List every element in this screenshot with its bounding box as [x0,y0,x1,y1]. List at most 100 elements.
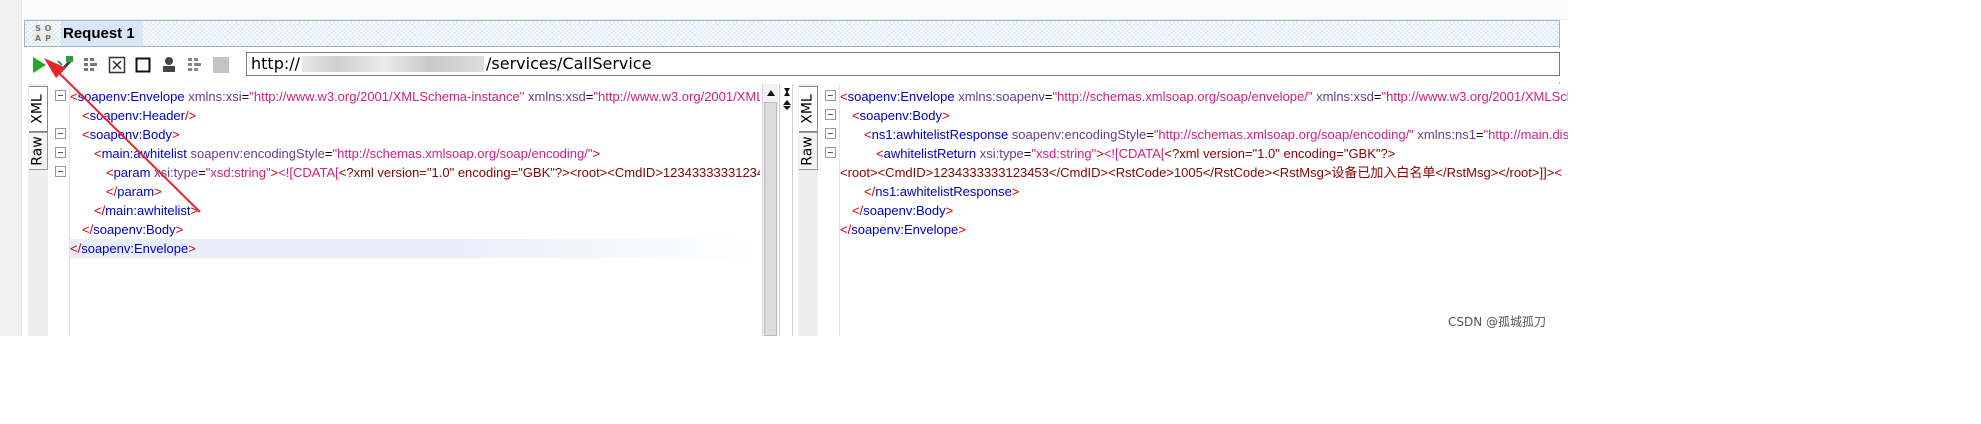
code-line[interactable]: <awhitelistReturn xsi:type="xsd:string">… [840,144,1568,163]
csdn-watermark: CSDN @孤城孤刀 [1448,315,1547,329]
code-token: > [1011,184,1020,199]
code-line[interactable]: </ns1:awhitelistResponse> [840,182,1568,201]
stop-button[interactable] [132,54,154,76]
code-token: soapenv:Header [89,108,185,123]
url-suffix: /services/CallService [486,54,652,73]
code-line[interactable]: <main:awhitelist soapenv:encodingStyle="… [70,144,760,163]
code-token: "http://www.w3.org/2001/XMLSchema" [593,89,760,104]
code-token: ns1:awhitelistResponse [875,184,1012,199]
code-token: xmlns:xsd [524,89,586,104]
tab-response-xml[interactable]: XML [799,86,818,132]
fold-toggle-icon[interactable] [825,147,836,158]
code-token: soapenv:Envelope [81,241,189,256]
code-line[interactable]: </soapenv:Body> [840,201,1568,220]
code-token: "http://www.w3.org/2001/XMLSchema" [1381,89,1568,104]
request-fold-gutter [52,84,70,336]
pane-splitter[interactable] [779,84,793,336]
code-token: < [106,165,114,180]
fit-button[interactable] [106,54,128,76]
fold-toggle-icon[interactable] [825,128,836,139]
code-token: = [1475,127,1484,142]
code-line[interactable]: </soapenv:Body> [70,220,760,239]
code-token: > [945,203,954,218]
code-line[interactable]: </soapenv:Envelope> [70,239,760,258]
code-token: </ [864,184,876,199]
url-host-redacted [302,56,485,72]
run-button[interactable] [28,54,50,76]
code-line[interactable]: <soapenv:Envelope xmlns:xsi="http://www.… [70,87,760,106]
tab-request-raw[interactable]: Raw [29,132,48,170]
soap-icon-letter: P [45,33,51,43]
code-token: xsi:type [150,165,199,180]
code-token: soapenv:encodingStyle [1008,127,1147,142]
add-user-button[interactable] [158,54,180,76]
tab-response-raw[interactable]: Raw [799,132,818,170]
code-token: = [198,165,206,180]
code-token: < [840,89,848,104]
soap-icon-letter: A [34,33,42,43]
fold-toggle-icon[interactable] [825,109,836,120]
response-view-tabs: XML Raw [798,84,818,336]
fold-toggle-icon[interactable] [55,90,66,101]
code-line[interactable]: </main:awhitelist> [70,201,760,220]
code-token: > [1096,146,1104,161]
code-token: soapenv:encodingStyle [186,146,325,161]
code-line[interactable]: <soapenv:Header/> [70,106,760,125]
code-token: soapenv:Envelope [77,89,185,104]
code-line[interactable]: <soapenv:Envelope xmlns:soapenv="http://… [840,87,1568,106]
fold-toggle-icon[interactable] [55,166,66,177]
request-xml-editor[interactable]: < soapenv:Envelope xmlns:xsi = "http://www.… [70,84,760,336]
code-token: < [82,127,90,142]
scrollbar-thumb[interactable] [764,102,777,336]
code-line[interactable]: <root><CmdID>1234333333123453</CmdID><Rs… [840,163,1568,182]
validate-button[interactable] [54,54,76,76]
endpoint-url-input[interactable]: http:// /services/CallService [246,52,1560,76]
code-line[interactable]: </param> [70,182,760,201]
fold-toggle-icon[interactable] [55,147,66,158]
code-line[interactable]: <soapenv:Body> [70,125,760,144]
code-line[interactable]: </soapenv:Envelope> [840,220,1568,239]
code-line[interactable]: <param xsi:type="xsd:string"><![CDATA[<?… [70,163,760,182]
code-line[interactable]: <ns1:awhitelistResponse soapenv:encoding… [840,125,1568,144]
code-token: soapenv:Envelope [847,89,955,104]
tab-label: XML [800,94,817,124]
soap-icon-letter: S [35,23,41,33]
code-token: </ [840,222,852,237]
run-icon [33,57,46,73]
soapui-request-window: S O A P Request 1 http:// /services/Call… [0,0,1568,336]
code-token: < [852,108,860,123]
scroll-up-icon[interactable] [763,84,778,102]
response-fold-gutter [822,84,840,336]
code-token: "http://schemas.xmlsoap.org/soap/encodin… [332,146,593,161]
request-view-tabs: XML Raw [28,84,48,336]
code-token: <![CDATA[ [1103,146,1165,161]
code-token: "xsd:string" [205,165,271,180]
code-token: soapenv:Body [93,222,176,237]
top-strip [22,0,1568,20]
validate-icon [55,56,74,73]
code-token: "xsd:string" [1031,146,1097,161]
tab-label: Raw [30,136,47,166]
code-token: </ [852,203,864,218]
fold-toggle-icon[interactable] [825,90,836,101]
code-token: xmlns:ns1 [1413,127,1476,142]
code-token: > [958,222,966,237]
code-token: > [592,146,601,161]
fold-toggle-icon[interactable] [55,128,66,139]
code-line[interactable]: <soapenv:Body> [840,106,1568,125]
response-editor-pane: XML Raw <soapenv:Envelope xmlns:soapenv=… [794,84,1568,336]
code-token: "http://www.w3.org/2001/XMLSchema-instan… [249,89,525,104]
format-alt-button[interactable] [184,54,206,76]
code-token: "http://schemas.xmlsoap.org/soap/encodin… [1153,127,1414,142]
format-button[interactable] [80,54,102,76]
response-xml-viewer[interactable]: <soapenv:Envelope xmlns:soapenv="http://… [840,84,1568,336]
code-token: = [1044,89,1053,104]
code-token: xmlns:xsi [184,89,242,104]
code-token: main:awhitelist [105,203,191,218]
tab-request-xml[interactable]: XML [29,86,48,132]
format-alt-icon [188,58,201,71]
request-scrollbar[interactable] [762,84,778,336]
splitter-arrows-icon[interactable] [781,86,793,114]
disabled-button[interactable] [210,54,232,76]
request-titlebar[interactable]: S O A P Request 1 [24,20,1560,47]
